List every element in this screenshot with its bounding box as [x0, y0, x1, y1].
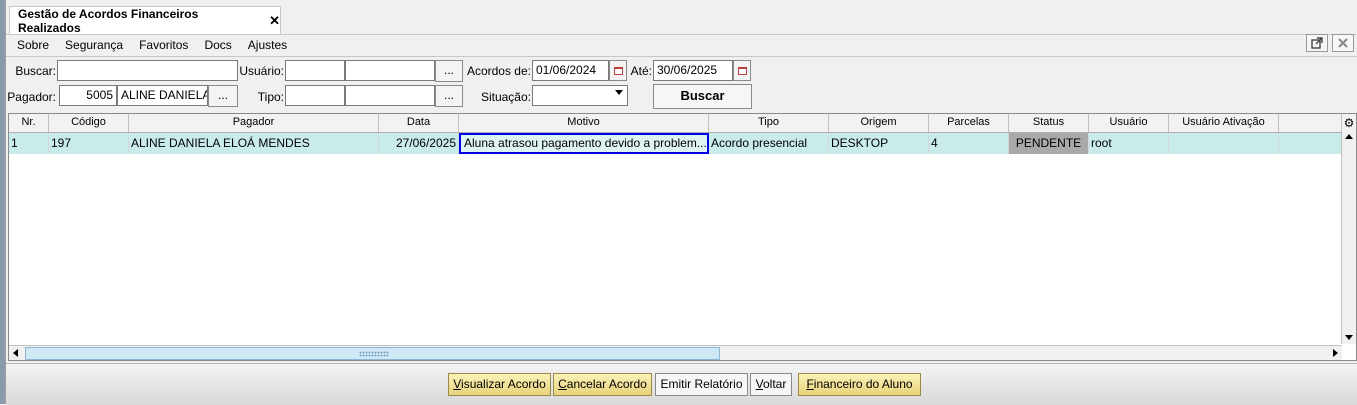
menu-item-ajustes[interactable]: Ajustes [248, 38, 287, 52]
financeiro-aluno-button[interactable]: Financeiro do Aluno [798, 373, 921, 396]
ate-label: Até: [630, 64, 652, 78]
calendar-icon[interactable] [609, 60, 627, 81]
button-label: isualizar Acordo [461, 377, 546, 391]
popout-icon[interactable] [1306, 34, 1328, 52]
voltar-button[interactable]: Voltar [750, 373, 792, 396]
cell-codigo[interactable]: 197 [49, 133, 129, 154]
visualizar-acordo-button[interactable]: Visualizar Acordo [448, 373, 551, 396]
gear-icon[interactable]: ⚙ [1342, 114, 1356, 132]
usuario-name-input[interactable] [345, 60, 435, 81]
acordos-table: Nr. Código Pagador Data Motivo Tipo Orig… [8, 113, 1357, 361]
acordos-de-label: Acordos de: [466, 64, 531, 78]
menu-bar: Sobre Segurança Favoritos Docs Ajustes [6, 35, 1357, 55]
filter-panel: Buscar: Usuário: ... Acordos de: 01/06/2… [6, 56, 1357, 113]
mnemonic: C [558, 377, 567, 391]
tipo-code-input[interactable] [285, 85, 345, 106]
scroll-left-icon[interactable] [13, 349, 18, 357]
cell-motivo-selected[interactable]: Aluna atrasou pagamento devido a problem… [459, 133, 709, 154]
menu-item-docs[interactable]: Docs [204, 38, 231, 52]
horizontal-scrollbar[interactable] [9, 345, 1342, 360]
scroll-up-icon[interactable] [1345, 134, 1353, 139]
situacao-label: Situação: [480, 90, 531, 104]
window-buttons [1306, 34, 1354, 52]
usuario-label: Usuário: [239, 64, 284, 78]
close-icon[interactable]: ✕ [269, 13, 280, 29]
emitir-relatorio-button[interactable]: Emitir Relatório [655, 373, 748, 396]
horizontal-scroll-thumb[interactable] [25, 347, 720, 360]
mnemonic: V [755, 377, 763, 391]
status-badge[interactable]: PENDENTE [1009, 133, 1089, 154]
mnemonic: V [453, 377, 462, 391]
tipo-name-input[interactable] [345, 85, 435, 106]
tab-gestao-acordos[interactable]: Gestão de Acordos Financeiros Realizados… [9, 6, 281, 35]
column-header-pagador[interactable]: Pagador [129, 114, 379, 132]
scroll-down-icon[interactable] [1345, 335, 1353, 340]
column-header-extra [1279, 114, 1344, 132]
acordos-de-input[interactable]: 01/06/2024 [532, 60, 609, 81]
buscar-input[interactable] [57, 60, 238, 81]
usuario-code-input[interactable] [285, 60, 345, 81]
column-header-parcelas[interactable]: Parcelas [929, 114, 1009, 132]
cell-usuario-ativacao[interactable] [1169, 133, 1279, 154]
table-row[interactable]: 1 197 ALINE DANIELA ELOÁ MENDES 27/06/20… [9, 133, 1344, 154]
pagador-label: Pagador: [7, 90, 56, 104]
tipo-label: Tipo: [257, 90, 284, 104]
vertical-scrollbar[interactable]: ⚙ [1341, 114, 1356, 344]
button-label: inanceiro do Aluno [813, 377, 913, 391]
cell-data[interactable]: 27/06/2025 [379, 133, 459, 154]
mnemonic: F [806, 377, 814, 391]
column-header-usuario[interactable]: Usuário [1089, 114, 1169, 132]
cell-parcelas[interactable]: 4 [929, 133, 1009, 154]
window-close-icon[interactable] [1332, 34, 1354, 52]
calendar-icon[interactable] [733, 60, 751, 81]
column-header-codigo[interactable]: Código [49, 114, 129, 132]
column-header-status[interactable]: Status [1009, 114, 1089, 132]
dropdown-arrow-icon [615, 90, 623, 95]
pagador-name-input[interactable]: ALINE DANIELA [117, 85, 208, 106]
footer-toolbar: Visualizar Acordo Cancelar Acordo Emitir… [6, 363, 1357, 405]
tab-bar: Gestão de Acordos Financeiros Realizados… [6, 0, 1357, 35]
menu-item-seguranca[interactable]: Segurança [65, 38, 123, 52]
app-window: Gestão de Acordos Financeiros Realizados… [5, 0, 1357, 405]
tipo-lookup-button[interactable]: ... [435, 85, 463, 107]
pagador-lookup-button[interactable]: ... [208, 85, 238, 107]
button-label: oltar [763, 377, 787, 391]
cell-tipo[interactable]: Acordo presencial [709, 133, 829, 154]
menu-item-favoritos[interactable]: Favoritos [139, 38, 188, 52]
cell-origem[interactable]: DESKTOP [829, 133, 929, 154]
cell-extra [1279, 133, 1344, 154]
buscar-button[interactable]: Buscar [653, 84, 752, 109]
cell-usuario[interactable]: root [1089, 133, 1169, 154]
column-header-motivo[interactable]: Motivo [459, 114, 709, 132]
column-header-data[interactable]: Data [379, 114, 459, 132]
scroll-grip [359, 351, 389, 357]
usuario-lookup-button[interactable]: ... [435, 60, 463, 82]
menu-item-sobre[interactable]: Sobre [17, 38, 49, 52]
column-header-origem[interactable]: Origem [829, 114, 929, 132]
cancelar-acordo-button[interactable]: Cancelar Acordo [553, 373, 652, 396]
tab-title: Gestão de Acordos Financeiros Realizados [18, 6, 199, 35]
column-header-usuario-ativacao[interactable]: Usuário Ativação [1169, 114, 1279, 132]
ate-input[interactable]: 30/06/2025 [653, 60, 733, 81]
button-label: ancelar Acordo [566, 377, 647, 391]
buscar-label: Buscar: [15, 64, 56, 78]
cell-nr[interactable]: 1 [9, 133, 49, 154]
table-header: Nr. Código Pagador Data Motivo Tipo Orig… [9, 114, 1344, 133]
pagador-code-input[interactable]: 5005 [59, 85, 117, 106]
column-header-nr[interactable]: Nr. [9, 114, 49, 132]
cell-pagador[interactable]: ALINE DANIELA ELOÁ MENDES [129, 133, 379, 154]
situacao-select[interactable] [532, 85, 628, 106]
column-header-tipo[interactable]: Tipo [709, 114, 829, 132]
scroll-right-icon[interactable] [1333, 349, 1338, 357]
